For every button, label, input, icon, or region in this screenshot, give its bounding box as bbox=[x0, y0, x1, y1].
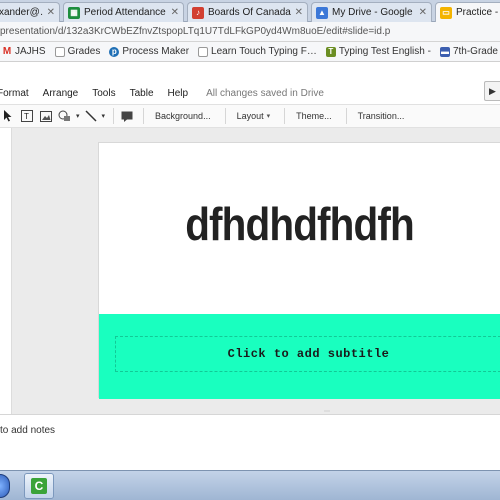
chevron-down-icon[interactable]: ▾ bbox=[76, 107, 80, 125]
bookmark-7th-grade-homework[interactable]: ▬ 7th-Grade Homework bbox=[439, 46, 500, 57]
typing-icon: T bbox=[325, 46, 336, 57]
transition-button[interactable]: Transition... bbox=[352, 107, 411, 125]
start-button[interactable] bbox=[0, 474, 10, 498]
slide-title[interactable]: dfhdhdfhdfh bbox=[123, 197, 476, 251]
bookmark-jajhs[interactable]: M JAJHS bbox=[2, 46, 46, 57]
close-icon[interactable]: ✕ bbox=[171, 7, 179, 18]
browser-tab-boards-of-canada[interactable]: ♪ Boards Of Canada - … ✕ bbox=[187, 2, 308, 22]
menu-arrange[interactable]: Arrange bbox=[43, 88, 79, 99]
background-button[interactable]: Background... bbox=[149, 107, 217, 125]
slide-canvas[interactable]: dfhdhdfhdfh Click to add subtitle bbox=[98, 142, 500, 399]
chevron-down-icon: ▾ bbox=[266, 113, 271, 120]
drive-icon: ▲ bbox=[316, 6, 328, 19]
layout-label: Layout bbox=[236, 111, 264, 121]
bookmarks-bar: M JAJHS Grades p Process Maker Learn Tou… bbox=[0, 42, 500, 62]
speaker-notes[interactable]: to add notes bbox=[0, 414, 500, 444]
browser-tab-period-attendance[interactable]: ▦ Period Attendance - … ✕ bbox=[63, 2, 184, 22]
comment-icon[interactable] bbox=[119, 107, 135, 125]
toolbar-divider bbox=[224, 108, 226, 124]
folder-icon: ▬ bbox=[439, 46, 450, 57]
bookmark-label: Typing Test English - bbox=[338, 46, 431, 57]
image-icon[interactable] bbox=[38, 107, 54, 125]
tab-label: My Drive - Google Dr… bbox=[332, 7, 416, 18]
text-box-icon[interactable]: T bbox=[19, 107, 35, 125]
browser-tab-strip: xander@… ✕ ▦ Period Attendance - … ✕ ♪ B… bbox=[0, 0, 500, 22]
subtitle-band: Click to add subtitle bbox=[99, 314, 500, 399]
bookmark-label: 7th-Grade Homework bbox=[452, 46, 500, 57]
bookmark-grades[interactable]: Grades bbox=[54, 46, 101, 57]
docs-toolbar: T ▾ ▾ Background... Layout ▾ Theme... Tr… bbox=[0, 104, 500, 128]
theme-button[interactable]: Theme... bbox=[290, 107, 338, 125]
menu-help[interactable]: Help bbox=[168, 88, 189, 99]
tab-label: Period Attendance - … bbox=[84, 7, 168, 18]
url-path: presentation/d/132a3KrCWbEZfnvZtspopLTq1… bbox=[0, 26, 391, 37]
notes-placeholder: to add notes bbox=[0, 425, 56, 436]
shape-icon[interactable] bbox=[57, 107, 73, 125]
url-field[interactable]: presentation/d/132a3KrCWbEZfnvZtspopLTq1… bbox=[0, 24, 480, 40]
close-icon[interactable]: ✕ bbox=[419, 7, 427, 18]
browser-tab-mail[interactable]: xander@… ✕ bbox=[0, 2, 60, 22]
toolbar-divider bbox=[284, 108, 286, 124]
os-taskbar: C bbox=[0, 470, 500, 500]
music-icon: ♪ bbox=[192, 6, 204, 19]
menu-tools[interactable]: Tools bbox=[92, 88, 115, 99]
slides-icon: ▭ bbox=[440, 6, 452, 19]
bookmark-process-maker[interactable]: p Process Maker bbox=[109, 46, 189, 57]
bookmark-typing-test[interactable]: T Typing Test English - bbox=[325, 46, 431, 57]
layout-button[interactable]: Layout ▾ bbox=[231, 107, 277, 125]
select-cursor-icon[interactable] bbox=[0, 107, 16, 125]
address-bar: presentation/d/132a3KrCWbEZfnvZtspopLTq1… bbox=[0, 22, 500, 42]
svg-text:T: T bbox=[24, 112, 29, 121]
close-icon[interactable]: ✕ bbox=[47, 7, 55, 18]
close-icon[interactable]: ✕ bbox=[295, 7, 303, 18]
slide-filmstrip[interactable] bbox=[0, 128, 12, 414]
play-icon: ▶ bbox=[489, 85, 496, 96]
line-icon[interactable] bbox=[83, 107, 99, 125]
subtitle-placeholder-box[interactable]: Click to add subtitle bbox=[115, 336, 500, 372]
bookmark-learn-touch-typing[interactable]: Learn Touch Typing F… bbox=[198, 46, 317, 57]
taskbar-app-screencast[interactable]: C bbox=[24, 473, 54, 499]
tab-label: Boards Of Canada - … bbox=[208, 7, 292, 18]
gmail-icon: M bbox=[2, 46, 12, 57]
toolbar-divider bbox=[143, 108, 145, 124]
toolbar-divider bbox=[113, 108, 115, 124]
bookmark-label: JAJHS bbox=[15, 46, 46, 57]
bookmark-label: Learn Touch Typing F… bbox=[211, 46, 317, 57]
menu-format[interactable]: Format bbox=[0, 88, 29, 99]
browser-tab-practice[interactable]: ▭ Practice - G… bbox=[435, 2, 500, 22]
save-status: All changes saved in Drive bbox=[206, 87, 324, 99]
toolbar-divider bbox=[345, 108, 347, 124]
bookmark-label: Process Maker bbox=[122, 46, 190, 57]
present-button[interactable]: ▶ bbox=[484, 81, 500, 101]
screencast-app-icon: C bbox=[31, 478, 47, 494]
sheets-icon: ▦ bbox=[68, 6, 80, 19]
doc-icon bbox=[54, 46, 65, 57]
chevron-down-icon[interactable]: ▾ bbox=[102, 107, 106, 125]
menu-table[interactable]: Table bbox=[130, 88, 154, 99]
browser-tab-my-drive[interactable]: ▲ My Drive - Google Dr… ✕ bbox=[311, 2, 432, 22]
tab-label: xander@… bbox=[0, 7, 44, 18]
process-maker-icon: p bbox=[109, 46, 120, 57]
subtitle-placeholder: Click to add subtitle bbox=[227, 347, 390, 361]
doc-icon bbox=[198, 46, 209, 57]
tab-label: Practice - G… bbox=[456, 7, 500, 18]
docs-menu-bar: Format Arrange Tools Table Help All chan… bbox=[0, 84, 500, 102]
bookmark-label: Grades bbox=[67, 46, 101, 57]
